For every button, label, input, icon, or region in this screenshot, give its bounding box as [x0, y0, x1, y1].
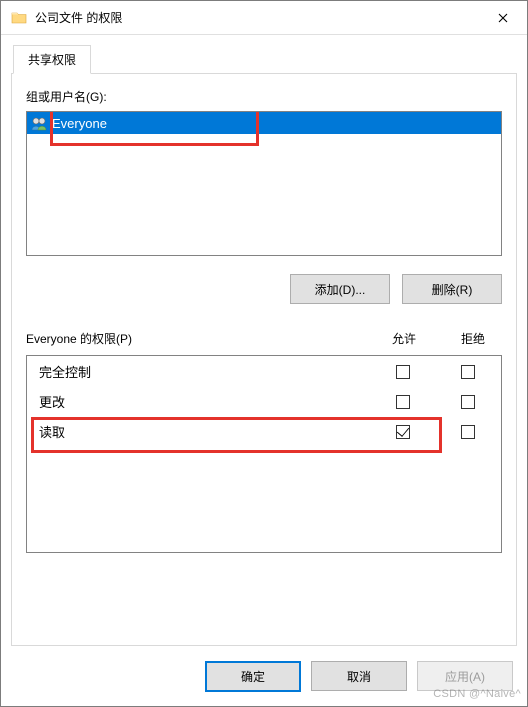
- deny-checkbox-change[interactable]: [461, 395, 475, 409]
- permissions-header: Everyone 的权限(P) 允许 拒绝: [26, 330, 502, 347]
- permission-row-change: 更改: [27, 386, 501, 416]
- ok-button[interactable]: 确定: [205, 661, 301, 692]
- window-close-button[interactable]: [480, 3, 525, 33]
- tab-strip: 共享权限 组或用户名(G):: [11, 45, 517, 646]
- group-buttons: 添加(D)... 删除(R): [26, 274, 502, 304]
- permissions-dialog: 公司文件 的权限 共享权限 组或用户名(G):: [0, 0, 528, 707]
- close-icon: [498, 13, 508, 23]
- cancel-button[interactable]: 取消: [311, 661, 407, 691]
- group-name: Everyone: [52, 116, 107, 131]
- client-area: 共享权限 组或用户名(G):: [1, 35, 527, 651]
- groups-label: 组或用户名(G):: [26, 88, 502, 105]
- title-bar: 公司文件 的权限: [1, 1, 527, 35]
- allow-checkbox-change[interactable]: [396, 395, 410, 409]
- allow-checkbox-read[interactable]: [396, 425, 410, 439]
- permission-row-read: 读取: [27, 416, 501, 446]
- deny-header: 拒绝: [444, 330, 502, 347]
- deny-checkbox-full-control[interactable]: [461, 365, 475, 379]
- folder-icon: [11, 10, 27, 26]
- permission-name: 更改: [39, 392, 363, 411]
- permission-name: 完全控制: [39, 362, 363, 381]
- group-row-everyone[interactable]: Everyone: [27, 112, 501, 134]
- groups-list[interactable]: Everyone: [26, 111, 502, 256]
- window-title: 公司文件 的权限: [35, 9, 480, 26]
- permission-row-full-control: 完全控制: [27, 356, 501, 386]
- add-button[interactable]: 添加(D)...: [290, 274, 390, 304]
- dialog-footer: 确定 取消 应用(A): [1, 651, 527, 706]
- allow-header: 允许: [364, 330, 444, 347]
- permissions-table: 完全控制 更改 读取: [26, 355, 502, 553]
- tab-panel: 组或用户名(G): Everyone: [11, 73, 517, 646]
- permissions-title: Everyone 的权限(P): [26, 330, 364, 347]
- remove-button[interactable]: 删除(R): [402, 274, 502, 304]
- tab-share-permissions[interactable]: 共享权限: [13, 45, 91, 74]
- tab-label: 共享权限: [28, 53, 76, 67]
- group-icon: [31, 116, 48, 131]
- permission-name: 读取: [39, 422, 363, 441]
- deny-checkbox-read[interactable]: [461, 425, 475, 439]
- allow-checkbox-full-control[interactable]: [396, 365, 410, 379]
- apply-button[interactable]: 应用(A): [417, 661, 513, 691]
